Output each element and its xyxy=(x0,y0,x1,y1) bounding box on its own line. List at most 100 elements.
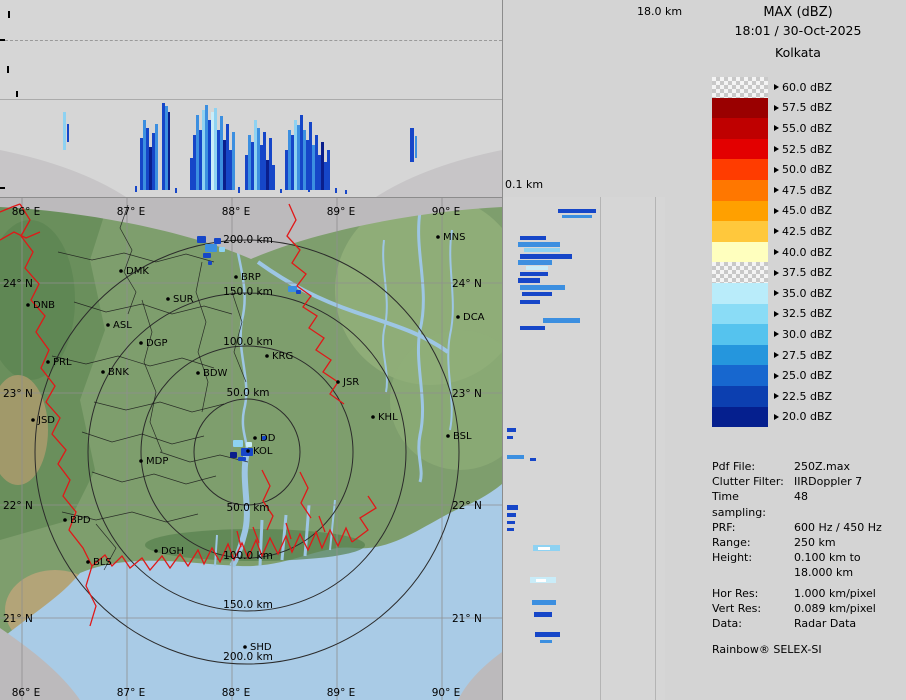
city-label: BRP xyxy=(241,272,261,283)
city-dot xyxy=(86,560,90,564)
city-label: DGH xyxy=(161,546,184,557)
legend-label: 52.5 dBZ xyxy=(782,142,833,156)
lon-label: 87° E xyxy=(117,206,146,218)
legend-label: 55.0 dBZ xyxy=(782,121,833,135)
legend-arrow-icon xyxy=(774,125,779,132)
city-label: BSL xyxy=(453,431,472,442)
city-dot xyxy=(63,518,67,522)
city-dot xyxy=(119,269,123,273)
city-dot xyxy=(456,315,460,319)
echo-bar xyxy=(308,186,310,192)
city-dot xyxy=(139,341,143,345)
city-dot xyxy=(101,370,105,374)
legend-label: 57.5 dBZ xyxy=(782,101,833,115)
echo-bar xyxy=(534,612,552,617)
city-dot xyxy=(246,449,250,453)
station-name: Kolkata xyxy=(775,45,821,60)
ew-height-profile-panel xyxy=(0,0,502,197)
timestamp: 18:01 / 30-Oct-2025 xyxy=(734,23,862,38)
ns-height-profile-panel xyxy=(502,197,665,700)
info-value: 48 xyxy=(794,490,808,504)
echo-bar xyxy=(415,136,417,158)
range-ring-label: 100.0 km xyxy=(223,336,273,348)
legend-row: 22.5 dBZ xyxy=(712,385,832,407)
echo-bar xyxy=(63,112,66,150)
city-dot xyxy=(139,459,143,463)
echo-bar xyxy=(507,505,518,510)
info-row: Range: 250 km xyxy=(712,535,882,550)
city-label: DCA xyxy=(463,312,485,323)
echo-bar xyxy=(155,124,158,190)
profile-gridline-mid xyxy=(0,99,502,100)
legend-arrow-icon xyxy=(774,372,779,379)
radar-map-panel: 86° E 86° E 87° E 87° E 88° E 88° E 89° E 89° E… xyxy=(0,197,502,700)
echo-bar xyxy=(536,579,546,582)
lon-label: 88° E xyxy=(222,687,251,699)
legend-arrow-icon xyxy=(774,269,779,276)
info-row: Vert Res: 0.089 km/pixel xyxy=(712,601,882,616)
echo-bar xyxy=(518,260,552,265)
legend-row: 40.0 dBZ xyxy=(712,241,833,263)
info-value: IIRDoppler 7 xyxy=(794,475,863,489)
range-ring-label: 150.0 km xyxy=(223,286,273,298)
legend-row: 35.0 dBZ xyxy=(712,282,833,304)
echo-bar xyxy=(543,318,580,323)
echo-bar xyxy=(507,428,516,432)
city-label: PRL xyxy=(53,357,72,368)
echo-bar xyxy=(135,186,137,192)
lon-label: 90° E xyxy=(432,206,461,218)
echo-bar xyxy=(520,326,545,330)
info-row: Data: Radar Data xyxy=(712,616,882,631)
info-value: 18.000 km xyxy=(794,566,854,580)
city-label: BLS xyxy=(93,557,112,568)
info-label: Height: xyxy=(712,551,753,565)
info-label: Data: xyxy=(712,617,742,631)
lon-label: 90° E xyxy=(432,687,461,699)
echo-bar xyxy=(327,150,330,190)
info-value: 600 Hz / 450 Hz xyxy=(794,520,882,534)
echo-bar xyxy=(507,455,524,459)
map-echo xyxy=(219,247,225,252)
city-label: MDP xyxy=(146,456,168,467)
city-dot xyxy=(106,323,110,327)
info-value: 250Z.max xyxy=(794,460,850,473)
legend-arrow-icon xyxy=(774,104,779,111)
legend-swatch xyxy=(712,200,768,222)
legend-label: 35.0 dBZ xyxy=(782,286,833,300)
legend-row: 30.0 dBZ xyxy=(712,324,832,345)
legend-arrow-icon xyxy=(774,413,779,420)
info-row: Pdf File: 250Z.max xyxy=(712,459,882,474)
city-dot xyxy=(446,434,450,438)
legend-label: 42.5 dBZ xyxy=(782,224,833,238)
city-dot xyxy=(436,235,440,239)
legend-swatch xyxy=(712,241,768,263)
city-label: DNB xyxy=(33,300,55,311)
map-echo xyxy=(214,238,221,244)
axis-tick xyxy=(8,11,10,18)
city-label: BDW xyxy=(203,368,228,379)
software-brand: Rainbow® SELEX-SI xyxy=(712,643,822,657)
legend-swatch xyxy=(712,221,768,242)
lat-label: 23° N xyxy=(452,388,482,400)
echo-bar xyxy=(507,513,516,517)
range-ring-label: 50.0 km xyxy=(226,387,269,399)
lon-label: 88° E xyxy=(222,206,251,218)
city-label: KRG xyxy=(272,351,293,362)
legend-label: 40.0 dBZ xyxy=(782,245,833,259)
legend-row: 52.5 dBZ xyxy=(712,138,833,160)
info-value: 250 km xyxy=(794,536,836,550)
info-value: Radar Data xyxy=(794,617,857,631)
legend-row: 45.0 dBZ xyxy=(712,200,832,222)
legend-arrow-icon xyxy=(774,228,779,235)
lat-label: 21° N xyxy=(452,613,482,625)
city-dot xyxy=(31,418,35,422)
side-gridline-2 xyxy=(655,197,656,700)
radar-map: 86° E 86° E 87° E 87° E 88° E 88° E 89° E 89° E… xyxy=(0,197,502,700)
legend-arrow-icon xyxy=(774,207,779,214)
product-info-rows: Pdf File: 250Z.max Clutter Filter: IIRDoppl… xyxy=(712,459,882,631)
city-dot xyxy=(243,645,247,649)
echo-bar xyxy=(530,458,536,461)
city-label: DD xyxy=(260,433,276,444)
map-echo xyxy=(288,286,297,292)
axis-tick xyxy=(0,39,5,41)
